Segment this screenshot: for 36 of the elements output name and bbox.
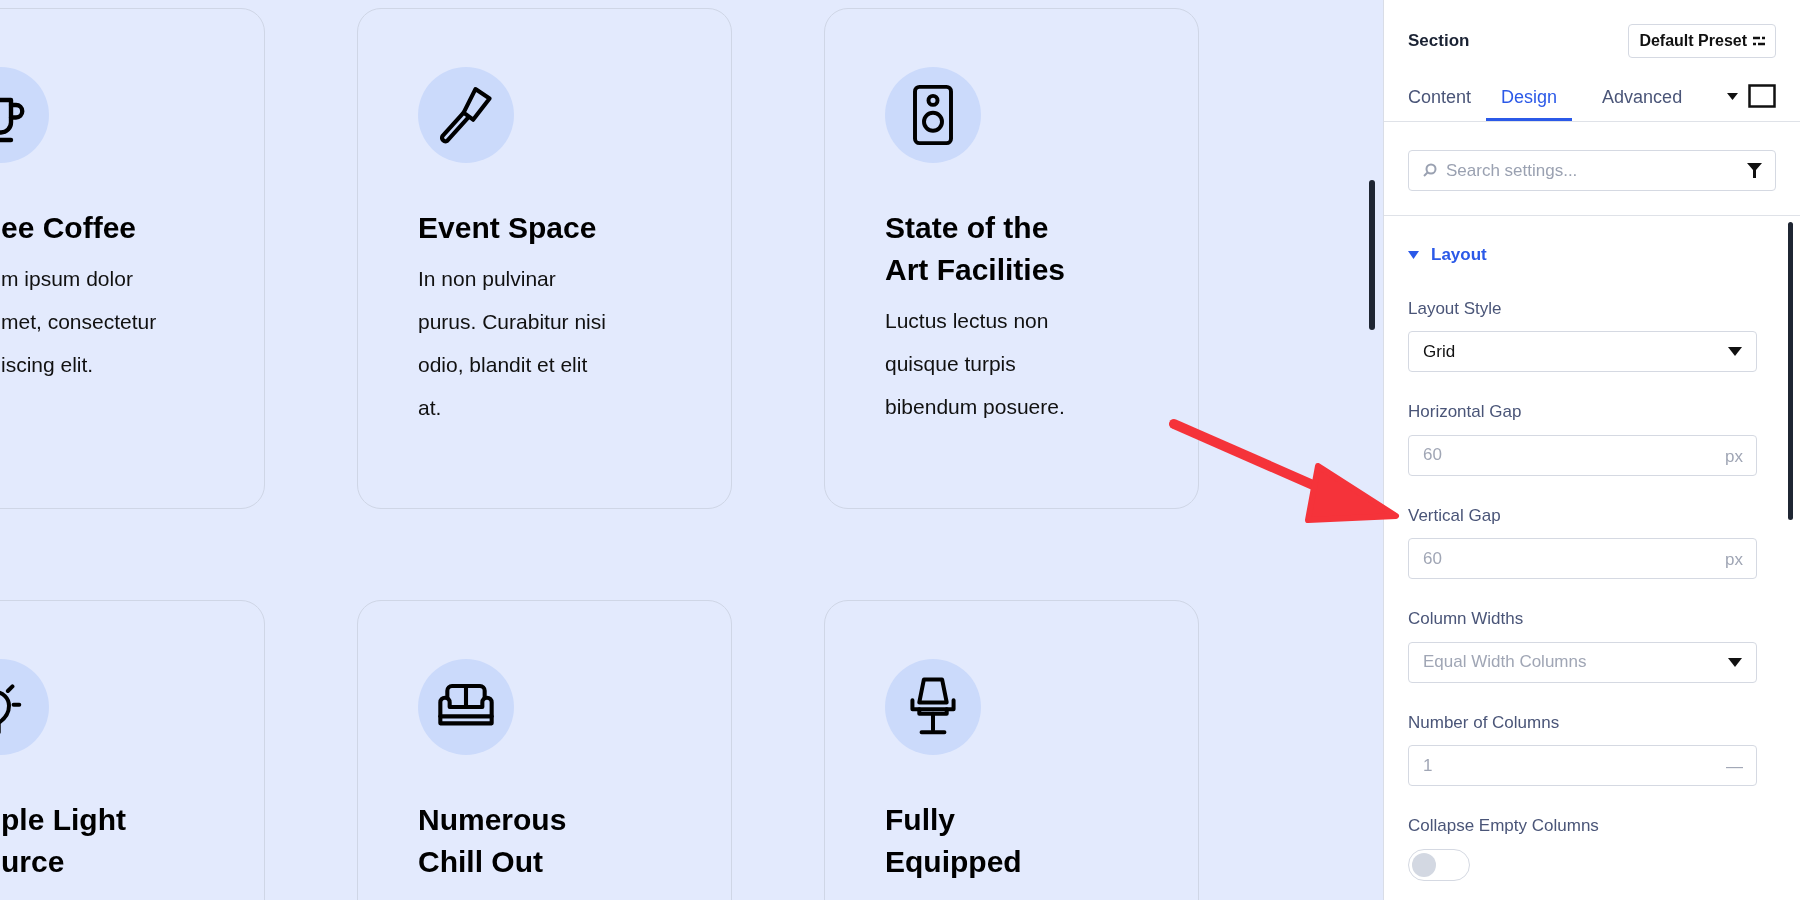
setting-label: Vertical Gap <box>1408 504 1502 527</box>
setting-label: Layout Style <box>1408 297 1503 320</box>
card-description: m ipsum dolor met, consectetur iscing elit. <box>1 266 158 378</box>
card-description: In non pulvinar purus. Curabitur nisi odio, blandit et elit at. <box>418 266 607 421</box>
card-title: ee Coffee <box>1 210 138 246</box>
panel-title: Section <box>1408 30 1470 53</box>
caret-icon <box>1728 657 1742 667</box>
sliders-icon <box>1753 36 1765 46</box>
card-title: Numerous Chill Out <box>418 802 568 880</box>
setting-label: Horizontal Gap <box>1408 401 1523 423</box>
caret-icon <box>1728 347 1742 356</box>
filter-icon[interactable] <box>1747 163 1762 178</box>
caret-icon[interactable] <box>1727 92 1738 100</box>
caret-icon <box>1408 250 1419 259</box>
tab[interactable]: Advanced <box>1602 77 1683 121</box>
card-title: ple Light urce <box>1 802 127 880</box>
unit-label: px <box>1725 549 1743 571</box>
setting-label: Number of Columns <box>1408 711 1561 734</box>
search-field[interactable]: Search settings... <box>1408 150 1776 191</box>
card-title: State of the Art Facilities <box>885 210 1067 288</box>
setting-label: Collapse Empty Columns <box>1408 815 1600 837</box>
square-icon[interactable] <box>1748 84 1776 108</box>
card-title: Event Space <box>418 210 598 246</box>
select-field[interactable]: Grid <box>1408 331 1757 372</box>
unit-label: px <box>1725 445 1743 468</box>
scrollbar[interactable] <box>1369 180 1375 330</box>
setting-label: Column Widths <box>1408 608 1525 630</box>
tab[interactable]: Content <box>1408 77 1472 121</box>
toggle-switch[interactable] <box>1408 848 1470 881</box>
scrollbar[interactable] <box>1788 222 1793 520</box>
tab[interactable]: Design <box>1486 77 1573 121</box>
search-icon <box>1422 163 1437 178</box>
section-toggle[interactable]: Layout <box>1408 242 1487 268</box>
card-description: Luctus lectus non quisque turpis bibendum posuere. <box>885 308 1066 420</box>
preset-button[interactable]: Default Preset <box>1628 24 1776 58</box>
card-title: Fully Equipped <box>885 802 1023 880</box>
